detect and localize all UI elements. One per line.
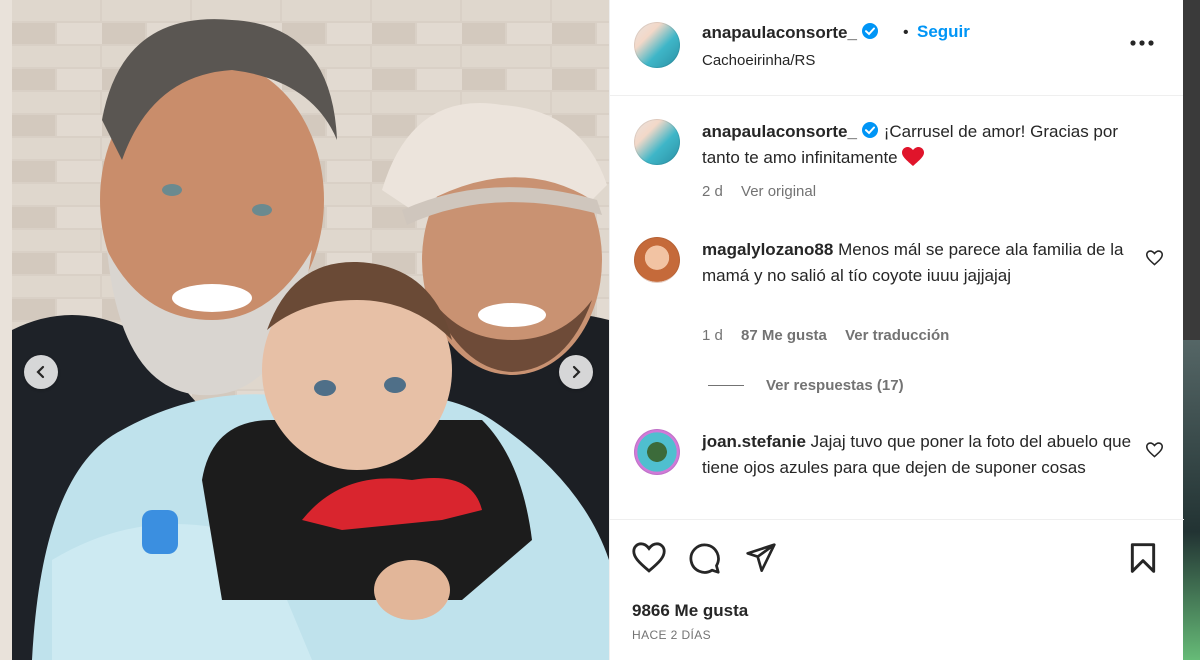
see-original-link[interactable]: Ver original xyxy=(741,183,816,200)
screenshot: anapaulaconsorte_ • Seguir Cachoeirinha/… xyxy=(0,0,1200,660)
heart-icon[interactable] xyxy=(632,542,666,573)
post-date: HACE 2 DÍAS xyxy=(632,628,712,642)
author-avatar[interactable] xyxy=(634,22,680,68)
comment-username[interactable]: magalylozano88 xyxy=(702,240,833,259)
more-icon[interactable] xyxy=(1130,40,1154,46)
verified-badge-icon xyxy=(861,23,878,39)
post-modal: anapaulaconsorte_ • Seguir Cachoeirinha/… xyxy=(12,0,1184,660)
chevron-right-icon xyxy=(572,365,581,379)
comment-icon[interactable] xyxy=(688,542,721,575)
view-replies-button[interactable]: Ver respuestas (17) xyxy=(708,377,904,394)
author-username[interactable]: anapaulaconsorte_ xyxy=(702,22,879,43)
post-location[interactable]: Cachoeirinha/RS xyxy=(702,52,815,69)
next-photo-button[interactable] xyxy=(559,355,593,389)
comment-likes[interactable]: 87 Me gusta xyxy=(741,327,827,344)
comment-avatar[interactable] xyxy=(634,237,680,283)
caption-text: anapaulaconsorte_ ¡Carrusel de amor! Gra… xyxy=(702,119,1142,171)
comment-meta: 1 d 87 Me gusta Ver traducción xyxy=(702,327,963,344)
like-count[interactable]: 9866 Me gusta xyxy=(632,601,748,621)
caption-username[interactable]: anapaulaconsorte_ xyxy=(702,122,879,141)
verified-badge-icon xyxy=(861,122,878,138)
comment-text: magalylozano88 Menos mál se parece ala f… xyxy=(702,237,1142,289)
caption-avatar[interactable] xyxy=(634,119,680,165)
comment-username[interactable]: joan.stefanie xyxy=(702,432,806,451)
comment-avatar[interactable] xyxy=(634,429,680,475)
comment-text: joan.stefanie Jajaj tuvo que poner la fo… xyxy=(702,429,1142,481)
comment-age: 1 d xyxy=(702,327,723,344)
red-heart-emoji-icon xyxy=(902,147,925,166)
caption-meta: 2 d Ver original xyxy=(702,183,830,200)
caption-age: 2 d xyxy=(702,183,723,200)
post-photo xyxy=(12,0,609,660)
separator-dot: • xyxy=(903,24,909,41)
save-icon[interactable] xyxy=(1129,542,1157,574)
follow-button[interactable]: Seguir xyxy=(917,22,970,42)
share-icon[interactable] xyxy=(744,542,778,574)
chevron-left-icon xyxy=(36,365,45,379)
heart-icon[interactable] xyxy=(1146,442,1163,458)
previous-photo-button[interactable] xyxy=(24,355,58,389)
post-header: anapaulaconsorte_ • Seguir Cachoeirinha/… xyxy=(610,0,1183,96)
comments-list[interactable]: anapaulaconsorte_ ¡Carrusel de amor! Gra… xyxy=(610,97,1184,517)
translate-link[interactable]: Ver traducción xyxy=(845,327,949,344)
heart-icon[interactable] xyxy=(1146,250,1163,266)
photo-illustration xyxy=(12,0,609,660)
background-left xyxy=(0,0,12,660)
post-side-panel: anapaulaconsorte_ • Seguir Cachoeirinha/… xyxy=(609,0,1184,660)
post-actions: 9866 Me gusta HACE 2 DÍAS xyxy=(610,519,1184,660)
background-right xyxy=(1183,0,1200,660)
